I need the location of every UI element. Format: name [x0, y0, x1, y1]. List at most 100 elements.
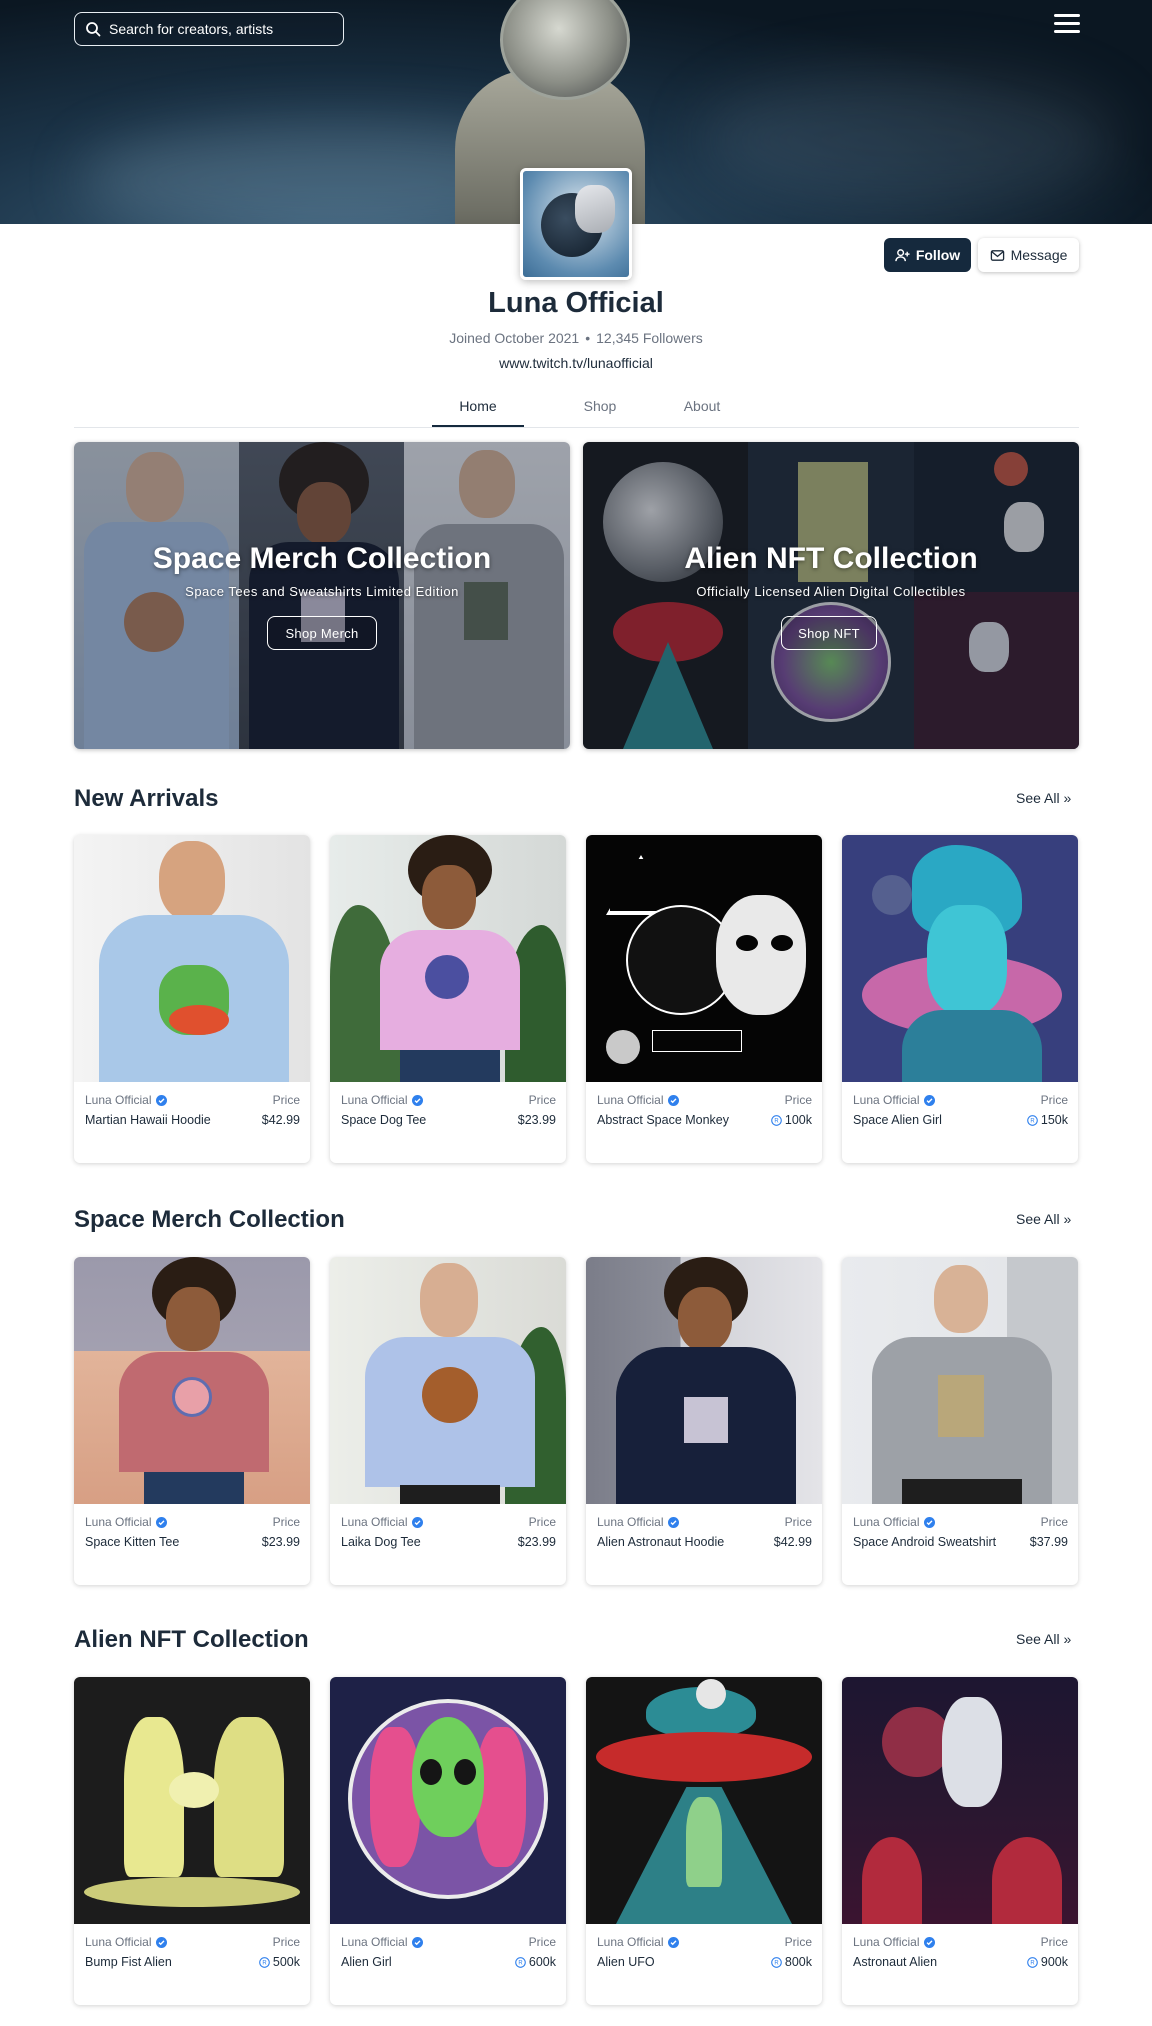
product-card[interactable]: Luna Official Price Laika Dog Tee $23.99	[330, 1257, 566, 1585]
alien-nft-collection-banner[interactable]: Alien NFT Collection Officially Licensed…	[583, 442, 1079, 749]
profile-name: Luna Official	[488, 287, 664, 319]
price-label: Price	[528, 1515, 556, 1529]
see-all-link[interactable]: See All »	[1016, 1631, 1071, 1647]
product-price: R 100k	[771, 1113, 812, 1127]
product-name: Laika Dog Tee	[341, 1535, 421, 1549]
see-all-link[interactable]: See All »	[1016, 790, 1071, 806]
joined-date: Joined October 2021	[449, 330, 580, 346]
creator-name: Luna Official	[853, 1093, 935, 1107]
search-bar[interactable]	[74, 12, 344, 46]
product-name: Abstract Space Monkey	[597, 1113, 730, 1127]
verified-badge-icon	[923, 1094, 935, 1106]
product-image-alien-astronaut-hoodie	[586, 1257, 822, 1504]
tab-about[interactable]: About	[656, 398, 748, 414]
product-card[interactable]: Luna Official Price Bump Fist Alien R 50…	[74, 1677, 310, 2005]
verified-badge-icon	[667, 1094, 679, 1106]
product-price: $23.99	[517, 1535, 556, 1549]
price-label: Price	[1040, 1093, 1068, 1107]
shop-merch-button[interactable]: Shop Merch	[267, 616, 377, 650]
see-all-link[interactable]: See All »	[1016, 1211, 1071, 1227]
product-name: Martian Hawaii Hoodie	[85, 1113, 211, 1127]
product-card[interactable]: Luna Official Price Abstract Space Monke…	[586, 835, 822, 1163]
collection-subtitle: Officially Licensed Alien Digital Collec…	[696, 584, 966, 599]
hero-fog	[700, 70, 1120, 210]
creator-name: Luna Official	[85, 1093, 167, 1107]
product-card[interactable]: Luna Official Price Space Dog Tee $23.99	[330, 835, 566, 1163]
product-price: $42.99	[261, 1113, 300, 1127]
token-coin-icon: R	[1027, 1114, 1038, 1126]
creator-name: Luna Official	[597, 1093, 679, 1107]
space-merch-collection-banner[interactable]: Space Merch Collection Space Tees and Sw…	[74, 442, 570, 749]
followers-count: 12,345 Followers	[596, 330, 703, 346]
active-tab-indicator	[432, 425, 524, 427]
verified-badge-icon	[411, 1516, 423, 1528]
product-image-space-dog-tee	[330, 835, 566, 1082]
creator-name: Luna Official	[597, 1935, 679, 1949]
tab-home[interactable]: Home	[432, 398, 524, 414]
collection-title: Alien NFT Collection	[684, 542, 978, 575]
search-input[interactable]	[109, 21, 329, 37]
price-label: Price	[272, 1935, 300, 1949]
product-card[interactable]: Luna Official Price Alien Astronaut Hood…	[586, 1257, 822, 1585]
double-chevron-right-icon: »	[1063, 1631, 1072, 1647]
product-price: $23.99	[517, 1113, 556, 1127]
price-label: Price	[1040, 1935, 1068, 1949]
svg-text:R: R	[774, 1960, 779, 1966]
product-card[interactable]: Luna Official Price Martian Hawaii Hoodi…	[74, 835, 310, 1163]
svg-text:R: R	[518, 1960, 523, 1966]
follow-button[interactable]: Follow	[884, 238, 971, 272]
envelope-icon	[990, 249, 1004, 261]
verified-badge-icon	[411, 1094, 423, 1106]
product-image-astronaut-alien	[842, 1677, 1078, 1924]
product-name: Alien Astronaut Hoodie	[597, 1535, 725, 1549]
verified-badge-icon	[667, 1516, 679, 1528]
follow-label: Follow	[915, 247, 961, 263]
creator-name: Luna Official	[597, 1515, 679, 1529]
creator-name: Luna Official	[85, 1515, 167, 1529]
product-image-alien-girl	[330, 1677, 566, 1924]
product-name: Bump Fist Alien	[85, 1955, 172, 1969]
product-name: Space Dog Tee	[341, 1113, 427, 1127]
product-name: Alien Girl	[341, 1955, 392, 1969]
product-image-abstract-space-monkey	[586, 835, 822, 1082]
hamburger-menu-icon[interactable]	[1054, 14, 1080, 36]
avatar-suit-shape	[575, 185, 615, 233]
profile-meta: Joined October 2021 • 12,345 Followers	[449, 330, 703, 346]
product-name: Alien UFO	[597, 1955, 655, 1969]
product-image-laika-dog-tee	[330, 1257, 566, 1504]
verified-badge-icon	[923, 1936, 935, 1948]
shop-nft-button[interactable]: Shop NFT	[781, 616, 877, 650]
product-card[interactable]: Luna Official Price Space Android Sweats…	[842, 1257, 1078, 1585]
product-image-martian-hoodie	[74, 835, 310, 1082]
section-title: Space Merch Collection	[74, 1206, 345, 1233]
product-price: R 900k	[1027, 1955, 1068, 1969]
message-label: Message	[1010, 247, 1068, 263]
profile-link[interactable]: www.twitch.tv/lunaofficial	[0, 355, 1152, 371]
product-card[interactable]: Luna Official Price Astronaut Alien R 90…	[842, 1677, 1078, 2005]
product-card[interactable]: Luna Official Price Alien UFO R 800k	[586, 1677, 822, 2005]
collection-subtitle: Space Tees and Sweatshirts Limited Editi…	[185, 584, 459, 599]
product-card[interactable]: Luna Official Price Space Kitten Tee $23…	[74, 1257, 310, 1585]
creator-name: Luna Official	[341, 1935, 423, 1949]
token-coin-icon: R	[515, 1956, 526, 1968]
product-card[interactable]: Luna Official Price Space Alien Girl R 1…	[842, 835, 1078, 1163]
product-card[interactable]: Luna Official Price Alien Girl R 600k	[330, 1677, 566, 2005]
product-name: Astronaut Alien	[853, 1955, 938, 1969]
verified-badge-icon	[667, 1936, 679, 1948]
token-coin-icon: R	[259, 1956, 270, 1968]
verified-badge-icon	[155, 1516, 167, 1528]
message-button[interactable]: Message	[978, 238, 1079, 272]
svg-text:R: R	[774, 1118, 779, 1124]
token-coin-icon: R	[771, 1956, 782, 1968]
verified-badge-icon	[411, 1936, 423, 1948]
price-label: Price	[1040, 1515, 1068, 1529]
svg-text:R: R	[262, 1960, 267, 1966]
token-coin-icon: R	[771, 1114, 782, 1126]
product-name: Space Android Sweatshirt	[853, 1535, 997, 1549]
price-label: Price	[272, 1515, 300, 1529]
creator-name: Luna Official	[85, 1935, 167, 1949]
price-label: Price	[528, 1093, 556, 1107]
tab-shop[interactable]: Shop	[554, 398, 646, 414]
product-price: R 150k	[1027, 1113, 1068, 1127]
product-price: $42.99	[773, 1535, 812, 1549]
